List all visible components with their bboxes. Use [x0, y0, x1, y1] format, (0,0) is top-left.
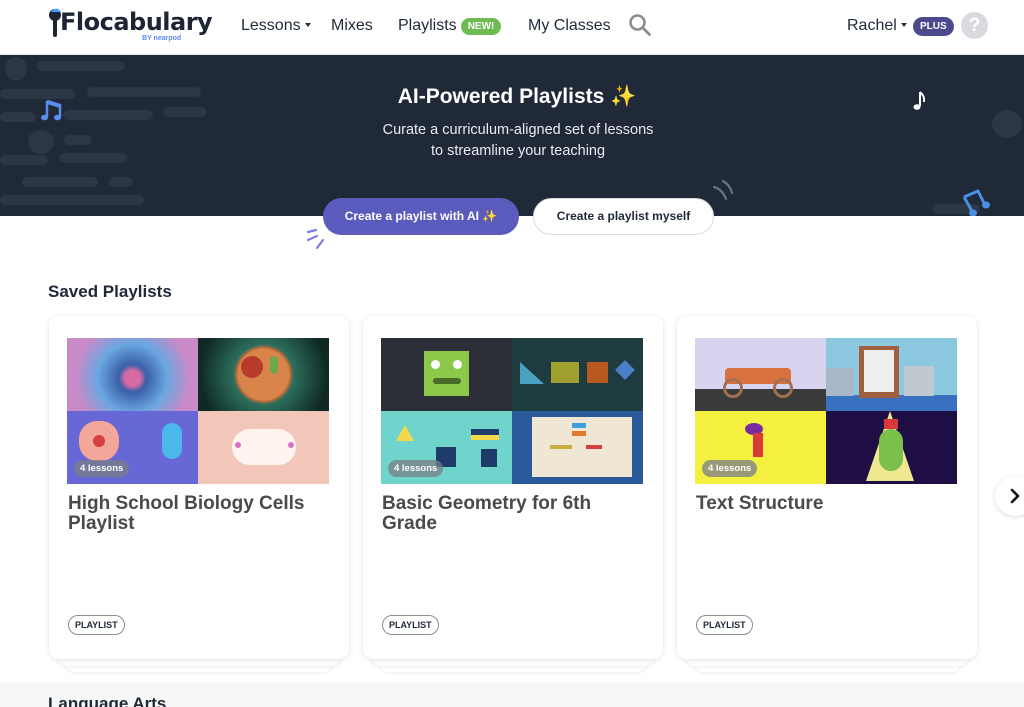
saved-playlists-heading: Saved Playlists — [48, 282, 172, 301]
thumbnail-cell-diagram — [198, 338, 329, 411]
thumbnail-shapes — [512, 338, 643, 411]
help-icon[interactable]: ? — [961, 12, 988, 39]
playlist-card[interactable]: 4 lessons Basic Geometry for 6th Grade P… — [363, 316, 663, 659]
nav-my-classes[interactable]: My Classes — [528, 17, 611, 35]
user-menu[interactable]: Rachel — [847, 17, 907, 35]
decor-streak — [37, 61, 125, 71]
logo-subtext: BY nearpod — [142, 35, 182, 42]
thumbnail-pickle-spotlight — [826, 411, 957, 484]
search-icon[interactable] — [628, 13, 652, 37]
banner-subtitle-line-1: Curate a curriculum-aligned set of lesso… — [382, 122, 654, 138]
lesson-count-badge: 4 lessons — [74, 460, 130, 477]
decor-streak — [63, 110, 153, 120]
create-playlist-myself-button[interactable]: Create a playlist myself — [533, 198, 714, 235]
nav-my-classes-label: My Classes — [528, 17, 611, 34]
banner-subtitle: Curate a curriculum-aligned set of lesso… — [0, 120, 1024, 162]
thumbnail-cell-division — [198, 411, 329, 484]
playlist-card-stack: 4 lessons Basic Geometry for 6th Grade P… — [363, 316, 663, 672]
playlist-type-tag: PLAYLIST — [696, 615, 753, 635]
playlist-card-stack: 4 lessons Text Structure PLAYLIST — [677, 316, 977, 672]
new-badge: NEW! — [460, 18, 502, 35]
chevron-down-icon — [900, 22, 907, 27]
playlist-card[interactable]: 4 lessons High School Biology Cells Play… — [49, 316, 349, 659]
carousel-next-button[interactable] — [995, 476, 1024, 516]
decor-streak — [22, 177, 98, 187]
sparkle-lines-icon — [306, 228, 325, 250]
nav-playlists-label: Playlists — [398, 17, 457, 34]
decor-streak — [0, 195, 144, 205]
playlist-card-stack: 4 lessons High School Biology Cells Play… — [49, 316, 349, 672]
banner-subtitle-line-2: to streamline your teaching — [430, 143, 606, 159]
thumbnail-animal-cell-3d — [67, 338, 198, 411]
playlist-type-tag: PLAYLIST — [68, 615, 125, 635]
chevron-right-icon — [1010, 488, 1020, 504]
thumbnail-vintage-car — [695, 338, 826, 411]
playlist-title[interactable]: Text Structure — [696, 494, 961, 514]
language-arts-heading: Language Arts — [48, 694, 167, 707]
playlist-title[interactable]: High School Biology Cells Playlist — [68, 494, 333, 534]
thumbnail-city-book — [826, 338, 957, 411]
logo-text: Flocabulary — [60, 8, 213, 36]
sound-waves-icon — [712, 179, 734, 201]
music-notes-icon — [962, 189, 990, 216]
top-navigation-bar: Flocabulary BY nearpod Lessons Mixes Pla… — [0, 0, 1024, 55]
chevron-down-icon — [304, 22, 311, 27]
nav-mixes-label: Mixes — [331, 17, 373, 34]
thumbnail-square-character — [381, 338, 512, 411]
banner-title: AI-Powered Playlists ✨ — [397, 85, 637, 108]
nav-lessons[interactable]: Lessons — [241, 17, 311, 35]
lesson-count-badge: 4 lessons — [702, 460, 758, 477]
playlist-card[interactable]: 4 lessons Text Structure PLAYLIST — [677, 316, 977, 659]
decor-streak — [109, 177, 133, 187]
playlist-title[interactable]: Basic Geometry for 6th Grade — [382, 494, 647, 534]
nav-playlists[interactable]: Playlists NEW! — [398, 17, 502, 35]
decor-blob — [5, 57, 27, 81]
lesson-count-badge: 4 lessons — [388, 460, 444, 477]
ai-playlists-banner: AI-Powered Playlists ✨ Curate a curricul… — [0, 55, 1024, 216]
nav-lessons-label: Lessons — [241, 17, 301, 34]
nav-mixes[interactable]: Mixes — [331, 17, 373, 35]
plus-badge: PLUS — [913, 17, 954, 36]
user-name: Rachel — [847, 17, 897, 34]
create-playlist-with-ai-button[interactable]: Create a playlist with AI ✨ — [323, 198, 519, 235]
thumbnail-notebook — [512, 411, 643, 484]
flocabulary-logo[interactable]: Flocabulary BY nearpod — [46, 6, 213, 46]
playlist-type-tag: PLAYLIST — [382, 615, 439, 635]
